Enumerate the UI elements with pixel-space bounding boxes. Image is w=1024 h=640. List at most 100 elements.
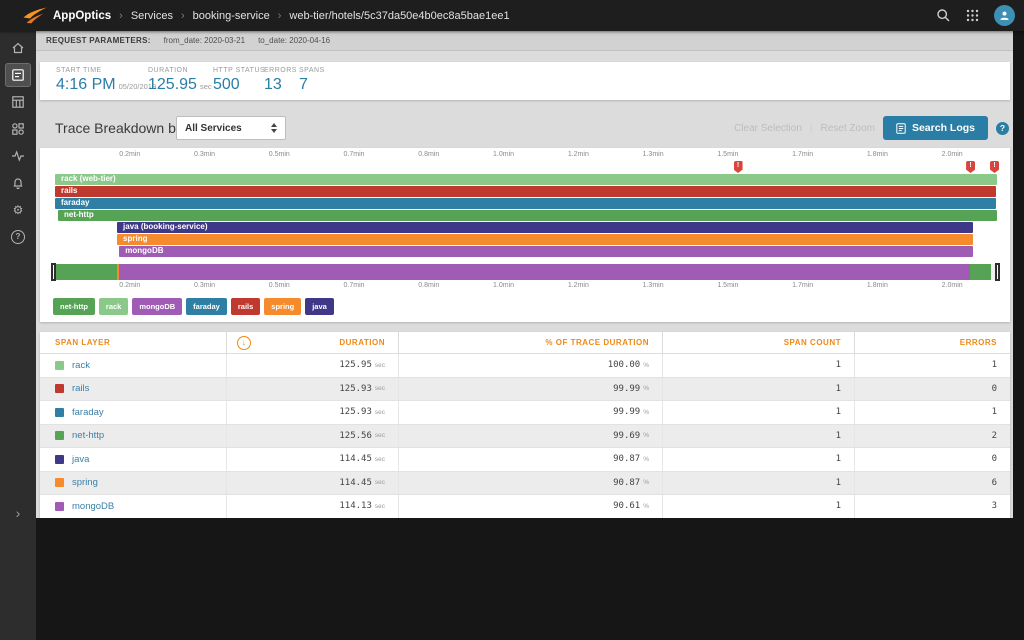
breadcrumb-item[interactable]: web-tier/hotels/5c37da50e4b0ec8a5bae1ee1	[289, 10, 509, 22]
main-content: REQUEST PARAMETERS: from_date: 2020-03-2…	[36, 31, 1013, 518]
breadcrumb-item[interactable]: booking-service	[193, 10, 270, 22]
apps-grid-icon[interactable]	[966, 9, 979, 22]
axis-tick: 0.3min	[194, 282, 215, 289]
layer-name-link[interactable]: java	[72, 454, 89, 465]
axis-tick-label: 1.0min	[493, 282, 514, 289]
layer-color-swatch	[55, 361, 64, 370]
legend-chip-java[interactable]: java	[305, 298, 334, 315]
axis-tick: 0.2min	[119, 282, 140, 289]
layer-color-swatch	[55, 455, 64, 464]
axis-tick-label: 1.3min	[643, 151, 664, 158]
axis-tick-label: 0.2min	[119, 151, 140, 158]
clear-selection-link[interactable]: Clear Selection	[734, 123, 802, 134]
table-header-span-count[interactable]: SPAN COUNT	[662, 332, 854, 353]
cell-duration: 125.95sec	[226, 354, 398, 377]
minimap-right-handle[interactable]	[995, 263, 1000, 281]
table-header-errors[interactable]: ERRORS	[854, 332, 1010, 353]
table-row-faraday[interactable]: faraday125.93sec99.99%11	[40, 401, 1010, 425]
cell-span-layer: rack	[40, 354, 226, 377]
request-parameter: from_date: 2020-03-21	[164, 36, 245, 45]
table-row-mongoDB[interactable]: mongoDB114.13sec90.61%13	[40, 495, 1010, 518]
sidebar-item-services[interactable]	[0, 115, 36, 142]
legend-chip-spring[interactable]: spring	[264, 298, 301, 315]
request-parameters-bar: REQUEST PARAMETERS: from_date: 2020-03-2…	[36, 31, 1013, 51]
error-marker-icon[interactable]: !	[990, 161, 999, 173]
table-header-label: SPAN COUNT	[784, 338, 841, 347]
layer-name-link[interactable]: net-http	[72, 430, 104, 441]
layer-name-link[interactable]: rails	[72, 383, 89, 394]
layer-name-link[interactable]: faraday	[72, 407, 104, 418]
sidebar-item-home[interactable]	[0, 34, 36, 61]
pct-value: 99.99	[613, 384, 640, 394]
sidebar-item-settings[interactable]: ⚙	[0, 196, 36, 223]
legend-chip-rack[interactable]: rack	[99, 298, 128, 315]
legend-chip-net-http[interactable]: net-http	[53, 298, 95, 315]
layer-name-link[interactable]: rack	[72, 360, 90, 371]
trace-span-label: faraday	[55, 198, 996, 209]
error-marker-icon[interactable]: !	[734, 161, 743, 173]
sidebar-item-alerts[interactable]	[0, 169, 36, 196]
sidebar-collapse-toggle[interactable]: ›	[0, 505, 36, 521]
summary-value: 7	[299, 76, 308, 93]
cell-errors: 6	[854, 472, 1010, 495]
axis-tick: 1.5min	[717, 151, 738, 158]
legend-chip-faraday[interactable]: faraday	[186, 298, 227, 315]
search-icon[interactable]	[936, 8, 951, 23]
cell-errors: 1	[854, 401, 1010, 424]
error-marker-icon[interactable]: !	[966, 161, 975, 173]
sidebar-item-metrics[interactable]	[0, 142, 36, 169]
axis-tick: 0.8min	[418, 282, 439, 289]
cell-duration: 114.45sec	[226, 448, 398, 471]
minimap-left-handle[interactable]	[51, 263, 56, 281]
table-header--of-trace-duration[interactable]: % OF TRACE DURATION	[398, 332, 662, 353]
table-row-spring[interactable]: spring114.45sec90.87%16	[40, 472, 1010, 496]
axis-tick-label: 0.8min	[418, 151, 439, 158]
layer-name-link[interactable]: mongoDB	[72, 501, 114, 512]
trace-span-bar-java[interactable]: java (booking-service)	[117, 222, 973, 233]
duration-unit: sec	[375, 503, 385, 510]
table-header-span-layer[interactable]: SPAN LAYER	[40, 332, 226, 353]
legend-chip-mongoDB[interactable]: mongoDB	[132, 298, 182, 315]
trace-span-bar-faraday[interactable]: faraday	[55, 198, 996, 209]
axis-tick-label: 0.2min	[119, 282, 140, 289]
axis-tick-label: 0.3min	[194, 282, 215, 289]
legend-chip-rails[interactable]: rails	[231, 298, 260, 315]
summary-label: SPANS	[299, 67, 325, 74]
reset-zoom-link[interactable]: Reset Zoom	[821, 123, 875, 134]
trace-span-bar-spring[interactable]: spring	[117, 234, 973, 245]
trace-span-bar-net-http[interactable]: net-http	[58, 210, 997, 221]
timeline-minimap[interactable]	[55, 264, 997, 280]
breadcrumb-separator: ›	[278, 10, 282, 22]
pct-value: 99.69	[613, 431, 640, 441]
user-avatar-icon[interactable]	[994, 5, 1015, 26]
table-row-java[interactable]: java114.45sec90.87%10	[40, 448, 1010, 472]
breadcrumb-item[interactable]: Services	[131, 10, 173, 22]
trace-span-bar-mongoDB[interactable]: mongoDB	[119, 246, 972, 257]
axis-tick: 1.7min	[792, 282, 813, 289]
trace-span-bar-rails[interactable]: rails	[55, 186, 996, 197]
breadcrumb-brand[interactable]: AppOptics	[53, 10, 111, 22]
trace-span-bar-rack[interactable]: rack (web-tier)	[55, 174, 997, 185]
minimap-axis: 0.2min0.3min0.5min0.7min0.8min1.0min1.2m…	[40, 282, 1010, 298]
cell-duration: 114.13sec	[226, 495, 398, 518]
breakdown-filter-select[interactable]: All Services	[176, 116, 286, 140]
cell-span-count: 1	[662, 354, 854, 377]
sidebar-item-dashboards[interactable]	[0, 88, 36, 115]
table-row-net-http[interactable]: net-http125.56sec99.69%12	[40, 425, 1010, 449]
search-logs-button[interactable]: Search Logs	[883, 116, 988, 140]
table-header-duration[interactable]: ↓DURATION	[226, 332, 398, 353]
axis-tick-label: 1.2min	[568, 151, 589, 158]
table-row-rails[interactable]: rails125.93sec99.99%10	[40, 378, 1010, 402]
sort-descending-icon[interactable]: ↓	[237, 336, 251, 350]
cell-errors: 1	[854, 354, 1010, 377]
layer-name-link[interactable]: spring	[72, 477, 98, 488]
sidebar-item-traces[interactable]	[0, 61, 36, 88]
span-count-value: 1	[836, 431, 841, 441]
table-row-rack[interactable]: rack125.95sec100.00%11	[40, 354, 1010, 378]
help-button[interactable]: ?	[996, 122, 1009, 135]
duration-unit: sec	[375, 432, 385, 439]
summary-item-duration: DURATION125.95sec	[148, 67, 212, 94]
sidebar-item-help[interactable]: ?	[0, 223, 36, 250]
pct-value: 99.99	[613, 407, 640, 417]
errors-value: 2	[992, 431, 997, 441]
